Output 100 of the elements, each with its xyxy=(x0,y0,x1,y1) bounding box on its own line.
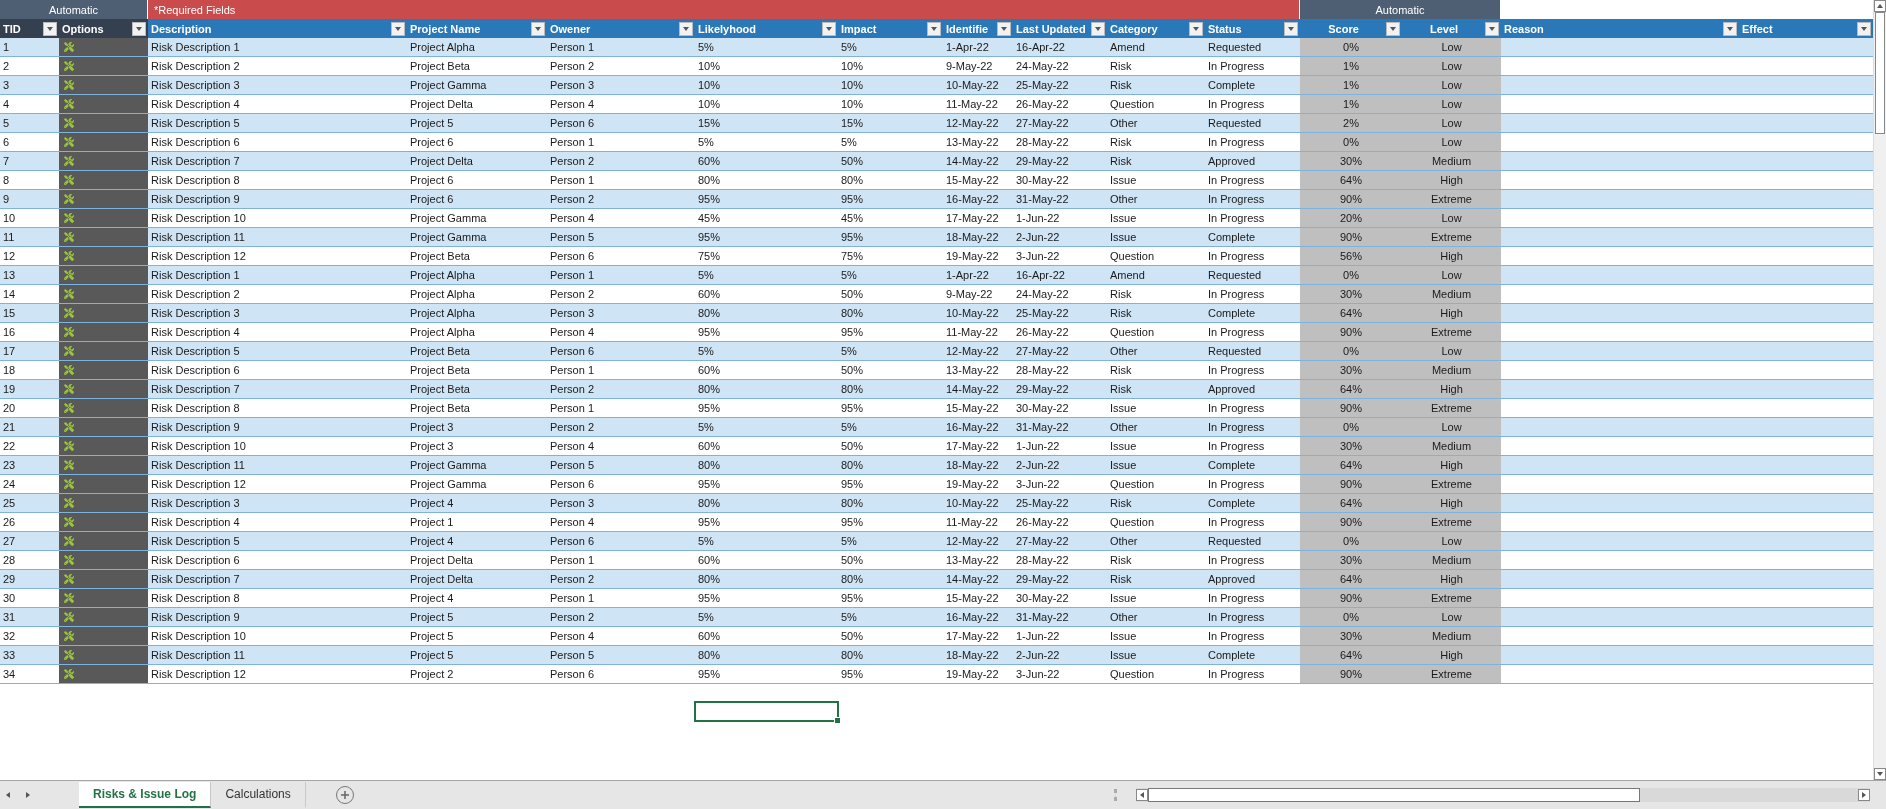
options-cell[interactable] xyxy=(59,437,148,455)
filter-button[interactable] xyxy=(531,21,545,36)
filter-button[interactable] xyxy=(1091,21,1105,36)
scrollbar-thumb[interactable] xyxy=(1148,788,1640,802)
filter-button[interactable] xyxy=(1386,21,1400,36)
options-cell[interactable] xyxy=(59,114,148,132)
table-cell-text: Other xyxy=(1109,192,1139,207)
filter-button[interactable] xyxy=(822,21,836,36)
tools-icon xyxy=(64,194,74,204)
options-cell[interactable] xyxy=(59,646,148,664)
filter-button[interactable] xyxy=(1485,21,1499,36)
options-cell[interactable] xyxy=(59,228,148,246)
table-cell-text: 2-Jun-22 xyxy=(1015,458,1061,473)
table-cell-text: 1-Apr-22 xyxy=(945,40,990,55)
options-cell[interactable] xyxy=(59,665,148,683)
table-cell-text: In Progress xyxy=(1207,135,1266,150)
scroll-right-button[interactable] xyxy=(1858,789,1870,801)
sheet-tab[interactable]: Calculations xyxy=(211,782,306,808)
options-cell[interactable] xyxy=(59,361,148,379)
table-cell-text: 80% xyxy=(697,306,722,321)
scroll-up-button[interactable] xyxy=(1874,0,1886,12)
options-cell[interactable] xyxy=(59,133,148,151)
fill-handle[interactable] xyxy=(834,717,841,724)
scroll-left-button[interactable] xyxy=(1136,789,1148,801)
table-cell-text: 95% xyxy=(697,230,722,245)
table-cell-text: 9-May-22 xyxy=(945,287,994,302)
scrollbar-thumb[interactable] xyxy=(1875,12,1885,134)
table-cell-text: 31-May-22 xyxy=(1015,610,1070,625)
horizontal-scrollbar[interactable] xyxy=(1136,788,1870,802)
options-cell[interactable] xyxy=(59,399,148,417)
options-cell[interactable] xyxy=(59,513,148,531)
group-header: Automatic xyxy=(1300,0,1501,19)
options-cell[interactable] xyxy=(59,247,148,265)
options-cell[interactable] xyxy=(59,380,148,398)
filter-button[interactable] xyxy=(1723,21,1737,36)
options-cell[interactable] xyxy=(59,589,148,607)
table-cell-text: In Progress xyxy=(1207,59,1266,74)
sheet-tab[interactable]: Risks & Issue Log xyxy=(79,782,212,808)
options-cell[interactable] xyxy=(59,418,148,436)
options-cell[interactable] xyxy=(59,323,148,341)
tools-icon xyxy=(64,669,74,679)
options-cell[interactable] xyxy=(59,342,148,360)
table-cell: 64% xyxy=(1300,494,1402,512)
table-cell-text: In Progress xyxy=(1207,591,1266,606)
options-cell[interactable] xyxy=(59,38,148,56)
table-cell: High xyxy=(1402,304,1501,322)
table-cell-text: Issue xyxy=(1109,591,1138,606)
vertical-scrollbar[interactable] xyxy=(1873,0,1886,780)
options-cell[interactable] xyxy=(59,152,148,170)
table-cell-text: Risk Description 11 xyxy=(150,458,246,473)
options-cell[interactable] xyxy=(59,627,148,645)
options-cell[interactable] xyxy=(59,285,148,303)
options-cell[interactable] xyxy=(59,190,148,208)
table-cell-text: 50% xyxy=(840,154,865,169)
table-cell-text: 1-Jun-22 xyxy=(1015,439,1061,454)
tools-icon xyxy=(64,289,74,299)
table-cell: High xyxy=(1402,494,1501,512)
options-cell[interactable] xyxy=(59,76,148,94)
table-cell-text: 50% xyxy=(840,287,865,302)
options-cell[interactable] xyxy=(59,304,148,322)
options-cell[interactable] xyxy=(59,266,148,284)
filter-button[interactable] xyxy=(1284,21,1298,36)
table-cell-text: Person 2 xyxy=(549,572,596,587)
options-cell[interactable] xyxy=(59,570,148,588)
options-cell[interactable] xyxy=(59,95,148,113)
table-cell-text: 28-May-22 xyxy=(1015,135,1070,150)
table-cell-text: Risk xyxy=(1109,553,1133,568)
table-cell-text: Project Gamma xyxy=(409,477,488,492)
tools-icon xyxy=(64,631,74,641)
options-cell[interactable] xyxy=(59,456,148,474)
table-cell-text: 17-May-22 xyxy=(945,211,1000,226)
table-cell: Medium xyxy=(1402,361,1501,379)
filter-button[interactable] xyxy=(391,21,405,36)
filter-button[interactable] xyxy=(679,21,693,36)
options-cell[interactable] xyxy=(59,475,148,493)
table-cell-text: 14-May-22 xyxy=(945,382,1000,397)
options-cell[interactable] xyxy=(59,551,148,569)
options-cell[interactable] xyxy=(59,171,148,189)
table-cell-text: Complete xyxy=(1207,458,1257,473)
tools-icon xyxy=(64,118,74,128)
options-cell[interactable] xyxy=(59,57,148,75)
tools-icon xyxy=(64,403,74,413)
table-cell-text: 10% xyxy=(697,97,722,112)
table-cell-text: Project Beta xyxy=(409,363,471,378)
options-cell[interactable] xyxy=(59,608,148,626)
options-cell[interactable] xyxy=(59,532,148,550)
filter-button[interactable] xyxy=(1857,21,1871,36)
filter-button[interactable] xyxy=(997,21,1011,36)
options-cell[interactable] xyxy=(59,494,148,512)
table-cell-text: Question xyxy=(1109,515,1156,530)
scroll-down-button[interactable] xyxy=(1874,768,1886,780)
filter-button[interactable] xyxy=(927,21,941,36)
filter-button[interactable] xyxy=(132,21,146,36)
filter-button[interactable] xyxy=(1189,21,1203,36)
options-cell[interactable] xyxy=(59,209,148,227)
splitter-handle[interactable] xyxy=(1114,789,1120,801)
tools-icon xyxy=(64,213,74,223)
caret-down-icon xyxy=(1094,24,1102,33)
filter-button[interactable] xyxy=(43,21,57,36)
table-cell: 0% xyxy=(1300,38,1402,56)
